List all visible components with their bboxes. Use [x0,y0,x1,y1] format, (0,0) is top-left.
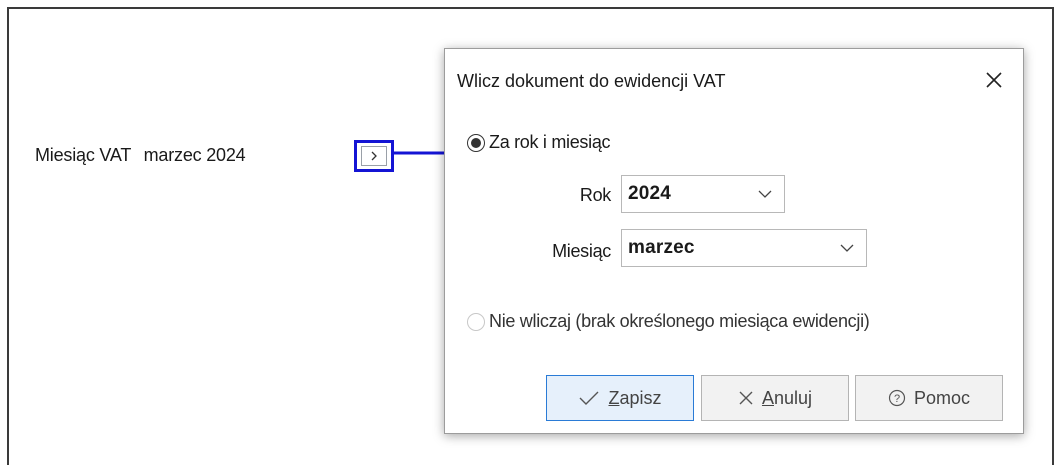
radio-none-label: Nie wliczaj (brak określonego miesiąca e… [489,311,870,331]
close-icon [738,390,754,406]
chevron-down-icon [840,244,854,252]
chevron-right-icon [371,151,377,161]
vat-month-value: marzec 2024 [143,145,246,165]
year-select-value: 2024 [628,183,672,204]
save-mnemonic: Z [608,387,620,408]
cancel-button[interactable]: Anuluj [701,375,849,421]
chevron-down-icon [758,190,772,198]
check-icon [578,390,600,406]
vat-month-highlight [354,140,394,172]
cancel-mnemonic: A [761,387,774,408]
save-label-rest: apisz [619,387,662,408]
vat-dialog: Wlicz dokument do ewidencji VAT Za rok i… [444,48,1024,434]
svg-text:?: ? [894,393,900,405]
close-icon [986,72,1002,88]
radio-button-checked[interactable] [467,133,485,152]
radio-none[interactable]: Nie wliczaj (brak określonego miesiąca e… [467,311,870,332]
close-button[interactable] [979,65,1009,95]
cancel-label-rest: nuluj [773,387,813,408]
vat-month-expand-button[interactable] [361,146,387,166]
help-label: Pomoc [913,387,971,408]
vat-month-field: Miesiąc VAT marzec 2024 [35,145,246,166]
month-label: Miesiąc [552,241,611,261]
year-label: Rok [579,185,611,205]
radio-button-unchecked[interactable] [467,312,485,331]
radio-year-month[interactable]: Za rok i miesiąc [467,132,611,153]
help-button[interactable]: ? Pomoc [855,375,1003,421]
month-select-value: marzec [628,237,695,258]
radio-year-month-label: Za rok i miesiąc [489,132,611,152]
vat-month-label: Miesiąc VAT [35,145,131,165]
year-select[interactable]: 2024 [621,175,785,213]
help-icon: ? [888,389,906,407]
month-select[interactable]: marzec [621,229,867,267]
save-button[interactable]: Zapisz [546,375,694,421]
dialog-title: Wlicz dokument do ewidencji VAT [457,71,726,91]
